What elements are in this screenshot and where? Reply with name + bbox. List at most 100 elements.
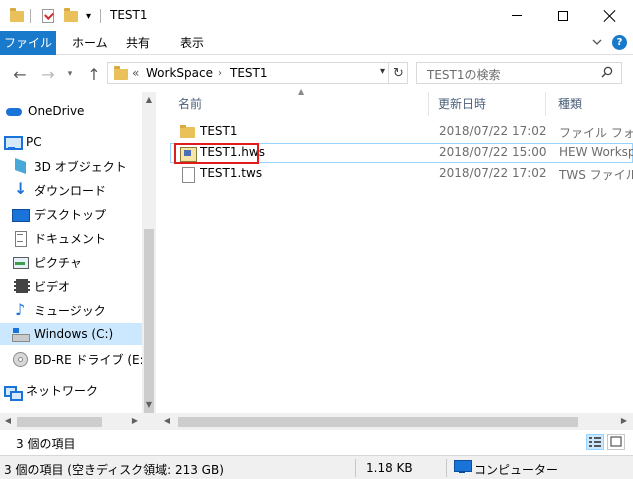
document-icon	[12, 230, 28, 247]
up-button[interactable]: ↑	[84, 64, 104, 84]
file-type: TWS ファイル	[559, 168, 633, 182]
nav-item-3d-objects[interactable]: 3D オブジェクト	[0, 155, 142, 177]
column-separator[interactable]	[428, 92, 429, 116]
refresh-button[interactable]: ↻	[388, 62, 408, 84]
scroll-thumb[interactable]	[144, 229, 154, 414]
details-view-icon	[589, 437, 601, 447]
folder-icon	[10, 7, 24, 24]
status-bar: 3 個の項目 (空きディスク領域: 213 GB) 1.18 KB コンピュータ…	[0, 455, 633, 479]
address-dropdown-icon[interactable]: ▾	[380, 66, 385, 77]
nav-item-pictures[interactable]: ピクチャ	[0, 251, 142, 273]
folder-icon	[180, 124, 196, 140]
nav-item-label: デスクトップ	[34, 207, 107, 222]
quick-access-dropdown-icon[interactable]: ▾	[86, 8, 91, 24]
address-folder-icon	[114, 66, 128, 80]
column-header-type[interactable]: 種類	[558, 92, 582, 116]
new-folder-icon[interactable]	[64, 7, 78, 24]
nav-item-network[interactable]: ネットワーク	[0, 379, 142, 401]
content-scroll-left-icon[interactable]: ◀	[160, 413, 174, 430]
column-separator[interactable]	[545, 92, 546, 116]
nav-item-label: 3D オブジェクト	[34, 159, 127, 174]
close-button[interactable]	[587, 0, 633, 31]
nav-item-windows-c[interactable]: Windows (C:)	[0, 323, 142, 345]
nav-item-label: ドキュメント	[34, 231, 107, 246]
properties-icon[interactable]	[42, 8, 54, 24]
column-header-modified[interactable]: 更新日時	[438, 92, 486, 116]
forward-button[interactable]: →	[38, 64, 58, 84]
tab-file[interactable]: ファイル	[0, 31, 56, 55]
close-icon	[604, 10, 616, 22]
file-type: ファイル フォルダー	[559, 126, 633, 140]
minimize-icon	[512, 15, 522, 16]
scroll-down-icon[interactable]: ▼	[142, 397, 156, 413]
drive-icon	[12, 326, 30, 342]
details-view-button[interactable]	[586, 434, 604, 450]
file-row[interactable]: TEST1.tws 2018/07/22 17:02 TWS ファイル	[170, 164, 633, 184]
scroll-left-icon[interactable]: ◀	[1, 413, 15, 430]
file-name: TEST1	[200, 124, 238, 138]
address-overflow[interactable]: «	[132, 66, 139, 80]
navigation-pane: OneDrive PC 3D オブジェクト ダウンロード デスクトップ ドキュメ…	[0, 92, 156, 413]
breadcrumb-test1[interactable]: TEST1	[230, 66, 268, 80]
help-icon[interactable]: ?	[612, 35, 627, 50]
breadcrumb-separator-icon[interactable]: ›	[218, 68, 222, 79]
nav-item-label: OneDrive	[28, 104, 85, 118]
status-location: コンピューター	[474, 463, 559, 477]
column-header-name[interactable]: 名前	[178, 92, 202, 116]
search-box[interactable]: TEST1の検索	[416, 62, 622, 84]
status-separator	[446, 459, 447, 477]
item-count-bar: 3 個の項目	[0, 430, 633, 454]
maximize-button[interactable]	[540, 0, 586, 31]
file-modified: 2018/07/22 17:02	[439, 166, 547, 180]
picture-icon	[12, 254, 29, 270]
status-detail: 3 個の項目 (空きディスク領域: 213 GB)	[4, 463, 224, 477]
file-modified: 2018/07/22 15:00	[439, 145, 547, 159]
title-bar: ▾ TEST1	[0, 0, 633, 31]
tab-home[interactable]: ホーム	[62, 31, 118, 55]
scroll-up-icon[interactable]: ▲	[142, 92, 156, 108]
nav-item-music[interactable]: ミュージック	[0, 299, 142, 321]
tab-share[interactable]: 共有	[116, 31, 160, 55]
nav-item-label: ネットワーク	[26, 383, 99, 398]
nav-item-label: Windows (C:)	[34, 327, 114, 341]
nav-item-desktop[interactable]: デスクトップ	[0, 203, 142, 225]
ribbon-expand-chevron-icon[interactable]	[592, 37, 602, 47]
quick-access-separator	[30, 8, 31, 24]
nav-item-pc[interactable]: PC	[0, 131, 142, 153]
nav-item-label: ピクチャ	[34, 255, 82, 270]
minimize-button[interactable]	[494, 0, 540, 31]
nav-item-videos[interactable]: ビデオ	[0, 275, 142, 297]
back-button[interactable]: ←	[10, 64, 30, 84]
sort-ascending-icon: ▲	[298, 87, 305, 96]
file-name: TEST1.tws	[200, 166, 263, 180]
pc-icon	[4, 134, 23, 150]
horizontal-scrollbar[interactable]: ◀ ▶ ◀ ▶	[0, 413, 633, 430]
nav-item-label: ミュージック	[34, 303, 106, 318]
highlight-box	[174, 143, 259, 164]
title-separator	[100, 8, 101, 24]
file-row[interactable]: TEST1 2018/07/22 17:02 ファイル フォルダー	[170, 122, 633, 142]
nav-item-downloads[interactable]: ダウンロード	[0, 179, 142, 201]
content-scroll-thumb[interactable]	[178, 417, 578, 427]
nav-item-bd-re-drive[interactable]: BD-RE ドライブ (E:) AE	[0, 348, 142, 370]
address-bar[interactable]: « WorkSpace › TEST1 ▾	[107, 62, 408, 84]
nav-item-onedrive[interactable]: OneDrive	[0, 100, 142, 122]
scroll-right-icon[interactable]: ▶	[128, 413, 142, 430]
nav-vertical-scrollbar[interactable]: ▲ ▼	[142, 92, 156, 414]
file-type: HEW Workspace	[559, 145, 633, 159]
nav-item-label: BD-RE ドライブ (E:) AE	[34, 352, 142, 367]
window-title: TEST1	[110, 8, 148, 22]
large-icons-view-button[interactable]	[607, 434, 625, 450]
nav-item-documents[interactable]: ドキュメント	[0, 227, 142, 249]
nav-scroll-thumb[interactable]	[17, 417, 102, 427]
nav-item-label: PC	[26, 135, 42, 149]
tab-view[interactable]: 表示	[170, 31, 214, 55]
nav-item-label: ダウンロード	[34, 183, 107, 198]
desktop-icon	[12, 206, 30, 222]
breadcrumb-workspace[interactable]: WorkSpace	[146, 66, 213, 80]
recent-locations-chevron-icon[interactable]: ▾	[60, 64, 80, 84]
search-input[interactable]: TEST1の検索	[427, 66, 501, 83]
video-icon	[12, 278, 30, 294]
search-icon	[601, 66, 613, 78]
content-scroll-right-icon[interactable]: ▶	[617, 413, 631, 430]
